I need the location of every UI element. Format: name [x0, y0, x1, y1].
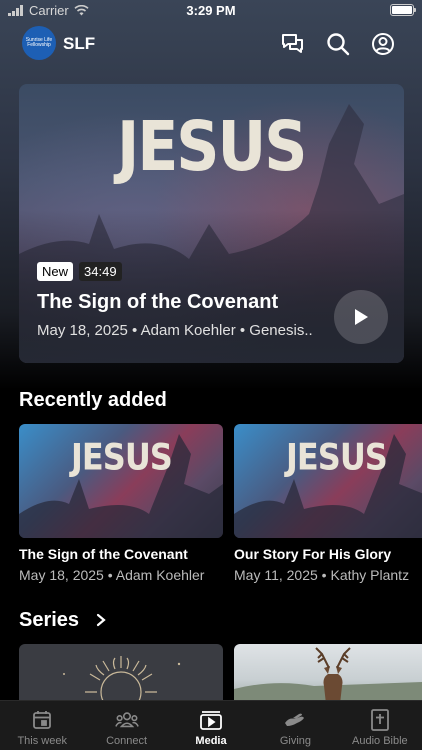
- search-icon[interactable]: [326, 32, 350, 56]
- play-button[interactable]: [334, 290, 388, 344]
- media-card-thumbnail[interactable]: JESUS: [234, 424, 422, 538]
- tab-connect[interactable]: Connect: [84, 701, 168, 750]
- hero-art-title: JESUS: [117, 106, 307, 188]
- church-logo[interactable]: Sunrise Life Fellowship: [22, 26, 56, 60]
- status-bar: Carrier 3:29 PM: [0, 0, 422, 22]
- media-card-meta: May 11, 2025 • Kathy Plantz: [234, 567, 410, 583]
- people-icon: [114, 709, 139, 731]
- media-card-title[interactable]: The Sign of the Covenant: [19, 546, 188, 562]
- chat-icon[interactable]: [281, 32, 305, 56]
- card-art-title: JESUS: [71, 435, 173, 479]
- logo-text: Sunrise Life Fellowship: [25, 36, 53, 48]
- duration-badge: 34:49: [79, 262, 122, 281]
- tab-giving[interactable]: Giving: [253, 701, 337, 750]
- hero-title: The Sign of the Covenant: [37, 291, 279, 313]
- new-badge: New: [37, 262, 74, 281]
- bible-icon: [368, 709, 392, 731]
- recently-added-heading: Recently added: [19, 389, 167, 411]
- battery-icon: [390, 4, 416, 16]
- media-card-title[interactable]: Our Story For His Glory: [234, 546, 391, 562]
- profile-icon[interactable]: [371, 32, 395, 56]
- play-box-icon: [199, 709, 223, 731]
- media-card-meta: May 18, 2025 • Adam Koehler: [19, 567, 205, 583]
- app-header: Sunrise Life Fellowship SLF: [0, 25, 422, 63]
- series-card[interactable]: [234, 644, 422, 704]
- bottom-tab-bar: This week Connect Media Giving Audio Bib…: [0, 700, 422, 750]
- deer-image: [234, 647, 422, 704]
- tab-label: This week: [17, 735, 67, 747]
- series-heading[interactable]: Series: [19, 609, 79, 632]
- tab-label: Connect: [106, 735, 148, 747]
- tab-label: Audio Bible: [352, 735, 408, 747]
- tab-this-week[interactable]: This week: [0, 701, 84, 750]
- giving-hand-icon: [283, 709, 307, 731]
- hero-meta: May 18, 2025 • Adam Koehler • Genesis...: [37, 322, 312, 339]
- media-card-thumbnail[interactable]: JESUS: [19, 424, 223, 538]
- tab-label: Giving: [279, 735, 312, 747]
- featured-media-card[interactable]: JESUS New 34:49 The Sign of the Covenant…: [19, 84, 404, 363]
- series-card[interactable]: [19, 644, 223, 704]
- tab-audio-bible[interactable]: Audio Bible: [338, 701, 422, 750]
- status-time: 3:29 PM: [186, 3, 236, 18]
- tab-label: Media: [195, 735, 227, 747]
- sun-icon: [63, 656, 181, 704]
- hero-badges: New 34:49: [37, 262, 122, 281]
- app-name: SLF: [63, 34, 96, 53]
- tab-media[interactable]: Media: [169, 701, 253, 750]
- play-icon: [355, 309, 368, 325]
- calendar-icon: [30, 709, 54, 731]
- chevron-right-icon[interactable]: [94, 612, 108, 633]
- card-art-title: JESUS: [286, 435, 388, 479]
